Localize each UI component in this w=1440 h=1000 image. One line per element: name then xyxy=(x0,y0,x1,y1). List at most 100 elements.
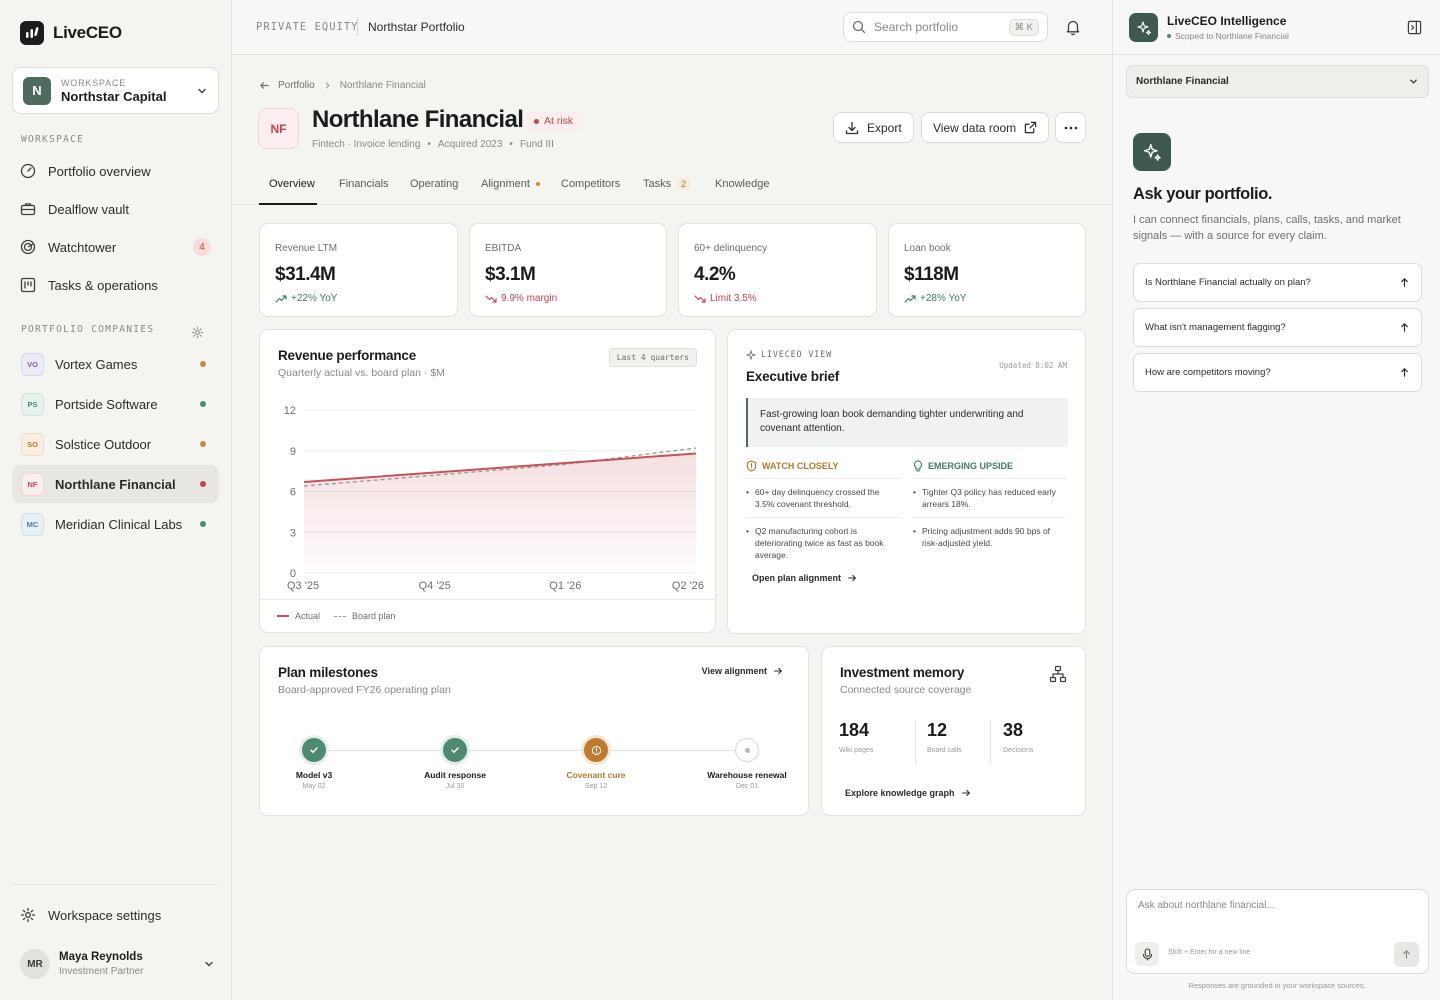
nav-item-dealflow-vault[interactable]: Dealflow vault xyxy=(12,191,219,227)
portfolio-name[interactable]: Northstar Portfolio xyxy=(368,20,465,34)
tab-financials[interactable]: Financials xyxy=(339,178,389,190)
view-alignment-link[interactable]: View alignment xyxy=(702,666,783,676)
company-avatar: VO xyxy=(21,352,44,376)
tab-knowledge[interactable]: Knowledge xyxy=(715,178,769,190)
explore-knowledge-graph-link[interactable]: Explore knowledge graph xyxy=(845,788,971,798)
milestone-warehouse-renewal[interactable]: Warehouse renewal Dec 01 xyxy=(692,738,802,790)
x-tick-label: Q3 '25 xyxy=(287,580,319,592)
download-icon xyxy=(845,121,859,134)
assistant-header: LiveCEO Intelligence Scoped to Northlane… xyxy=(1113,0,1440,55)
brand[interactable]: LiveCEO xyxy=(20,21,122,45)
status-dot xyxy=(200,401,206,407)
watch-item: • Q2 manufacturing cohort is deterioratin… xyxy=(746,518,900,568)
legend-swatch-actual xyxy=(277,615,289,617)
alert-dot xyxy=(535,182,540,186)
question-text: Is Northlane Financial actually on plan? xyxy=(1145,277,1311,288)
suggested-question[interactable]: What isn't management flagging? xyxy=(1133,308,1422,347)
chevron-down-icon xyxy=(198,88,206,93)
tab-overview[interactable]: Overview xyxy=(269,178,315,190)
workspace-settings-link[interactable]: Workspace settings xyxy=(12,897,219,933)
check-icon xyxy=(302,738,326,762)
kpi-delta: Limit 3.5% xyxy=(694,293,757,304)
nav-item-watchtower[interactable]: Watchtower 4 xyxy=(12,229,219,265)
open-plan-alignment-link[interactable]: Open plan alignment xyxy=(752,573,857,583)
link-label: View alignment xyxy=(701,666,767,676)
tab-operating[interactable]: Operating xyxy=(410,178,458,190)
workspace-name: Northstar Capital xyxy=(61,88,167,104)
network-icon[interactable] xyxy=(1049,665,1067,683)
milestone-model-v3[interactable]: Model v3 May 02 xyxy=(274,738,354,790)
view-data-room-button[interactable]: View data room xyxy=(921,112,1050,143)
upside-item-text: Tighter Q3 policy has reduced early arre… xyxy=(921,487,1056,509)
nav-item-tasks-operations[interactable]: Tasks & operations xyxy=(12,267,219,303)
bell-icon[interactable] xyxy=(1064,18,1082,36)
legend-swatch-plan xyxy=(334,615,347,617)
company-avatar: PS xyxy=(21,392,44,416)
selected-company: Northlane Financial xyxy=(1136,76,1229,87)
arrow-right-icon xyxy=(961,789,970,797)
kpi-card-loan-book[interactable]: Loan book $118M +28% YoY xyxy=(888,223,1086,317)
legend-actual: Actual xyxy=(295,611,321,621)
assistant-composer[interactable]: Ask about northlane financial... Shift +… xyxy=(1126,889,1429,974)
investment-memory-card: Investment memory Connected source cover… xyxy=(821,646,1086,816)
company-item-solstice-outdoor[interactable]: SO Solstice Outdoor xyxy=(12,425,219,463)
panel-collapse-icon[interactable] xyxy=(1407,20,1422,35)
more-options-button[interactable] xyxy=(1055,112,1086,143)
pending-icon xyxy=(735,738,759,762)
company-avatar: SO xyxy=(21,432,44,456)
nav-item-label: Watchtower xyxy=(48,239,117,255)
nav-item-label: Portfolio overview xyxy=(48,163,151,179)
user-menu[interactable]: MR Maya Reynolds Investment Partner xyxy=(20,949,215,979)
kpi-delta-text: Limit 3.5% xyxy=(710,293,757,304)
upside-label: EMERGING UPSIDE xyxy=(928,461,1014,471)
radar-icon xyxy=(20,239,36,255)
workspace-switcher[interactable]: N WORKSPACE Northstar Capital xyxy=(12,67,219,114)
range-selector[interactable]: Last 4 quarters xyxy=(608,348,697,367)
tab-competitors[interactable]: Competitors xyxy=(561,178,620,190)
tab-alignment[interactable]: Alignment xyxy=(481,178,540,190)
stat-divider xyxy=(990,720,991,764)
nav-item-portfolio-overview[interactable]: Portfolio overview xyxy=(12,153,219,189)
company-item-portside-software[interactable]: PS Portside Software xyxy=(12,385,219,423)
arrow-up-icon xyxy=(1401,322,1408,332)
status-label: At risk xyxy=(544,115,574,127)
milestone-covenant-cure[interactable]: Covenant cure Sep 12 xyxy=(546,738,646,790)
y-tick-label: 3 xyxy=(290,527,296,539)
avatar: MR xyxy=(20,949,50,979)
suggested-question[interactable]: Is Northlane Financial actually on plan? xyxy=(1133,263,1422,302)
search-input[interactable]: Search portfolio ⌘ K xyxy=(843,12,1048,42)
scope-text: Scoped to Northlane Financial xyxy=(1175,31,1289,41)
message-input[interactable]: Ask about northlane financial... xyxy=(1138,900,1275,911)
breadcrumb-parent[interactable]: Portfolio xyxy=(278,80,315,91)
arrow-left-icon[interactable] xyxy=(259,80,270,91)
company-item-vortex-games[interactable]: VO Vortex Games xyxy=(12,345,219,383)
company-item-northlane-financial[interactable]: NF Northlane Financial xyxy=(12,465,219,503)
kpi-label: 60+ delinquency xyxy=(694,243,768,254)
send-button[interactable] xyxy=(1394,942,1419,967)
microphone-button[interactable] xyxy=(1135,942,1159,966)
company-avatar: NF xyxy=(21,472,44,496)
stat-label: Wiki pages xyxy=(839,747,874,754)
gear-icon[interactable] xyxy=(191,326,204,339)
arrow-up-icon xyxy=(1401,367,1408,377)
stat-wiki-pages: 184 Wiki pages xyxy=(839,720,914,764)
company-scope-select[interactable]: Northlane Financial xyxy=(1126,65,1429,98)
export-button[interactable]: Export xyxy=(833,112,914,143)
bullet: • xyxy=(746,487,749,497)
suggested-question[interactable]: How are competitors moving? xyxy=(1133,353,1422,392)
kpi-card-delinquency[interactable]: 60+ delinquency 4.2% Limit 3.5% xyxy=(678,223,877,317)
breadcrumb-current: Northlane Financial xyxy=(339,80,426,91)
section-label: PRIVATE EQUITY xyxy=(256,21,359,33)
card-title: Investment memory xyxy=(840,665,965,680)
meta-separator: • xyxy=(509,139,513,150)
kpi-card-revenue[interactable]: Revenue LTM $31.4M +22% YoY xyxy=(259,223,458,317)
milestone-name: Covenant cure xyxy=(566,770,626,780)
tab-tasks[interactable]: Tasks 2 xyxy=(643,178,691,190)
lightbulb-icon xyxy=(913,460,923,472)
shield-alert-icon xyxy=(746,460,757,472)
kpi-card-ebitda[interactable]: EBITDA $3.1M 9.9% margin xyxy=(469,223,667,317)
bullet: • xyxy=(746,526,749,536)
company-item-meridian-clinical-labs[interactable]: MC Meridian Clinical Labs xyxy=(12,505,219,543)
milestone-audit-response[interactable]: Audit response Jul 30 xyxy=(405,738,505,790)
upside-header: EMERGING UPSIDE xyxy=(913,460,1067,479)
